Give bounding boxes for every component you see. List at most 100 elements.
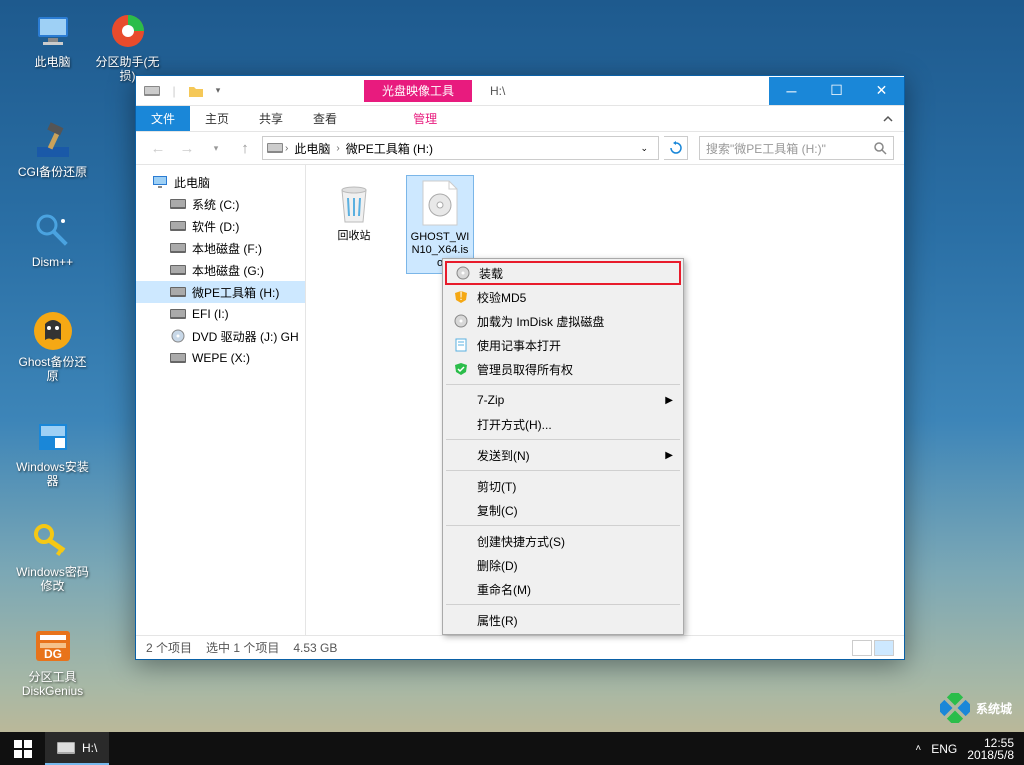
system-tray: ˄ ENG 12:55 2018/5/8 [905,737,1024,761]
drive-icon [144,83,160,99]
menu-item[interactable]: 删除(D) [445,553,681,577]
chevron-right-icon[interactable]: › [336,143,339,154]
status-bar: 2 个项目 选中 1 个项目 4.53 GB [136,635,904,659]
box-installer-icon [32,415,74,457]
ribbon-collapse-icon[interactable] [872,106,904,131]
drive-icon [170,306,186,322]
tree-item[interactable]: EFI (I:) [136,303,305,325]
view-details-button[interactable] [852,640,872,656]
search-box[interactable]: 搜索"微PE工具箱 (H:)" [699,136,894,160]
qat-dropdown-icon[interactable]: ▾ [210,83,226,99]
maximize-button[interactable]: ☐ [814,77,859,105]
menu-item[interactable]: 属性(R) [445,608,681,632]
tab-file[interactable]: 文件 [136,106,190,131]
recent-dropdown[interactable]: ▾ [204,136,228,160]
minimize-button[interactable]: ─ [769,77,814,105]
drive-icon [170,284,186,300]
drive-icon [170,196,186,212]
forward-button[interactable]: → [175,136,199,160]
tree-item[interactable]: 系统 (C:) [136,193,305,215]
ghost-icon [32,310,74,352]
menu-item[interactable]: 7-Zip▶ [445,388,681,412]
tray-up-icon[interactable]: ˄ [915,743,921,754]
hammer-icon [32,120,74,162]
partition-icon [107,10,149,52]
tab-share[interactable]: 共享 [244,106,298,131]
desktop-icon-windows-password[interactable]: Windows密码修改 [15,520,90,593]
menu-icon [453,447,469,463]
desktop-icon-cgi-backup[interactable]: CGI备份还原 [15,120,90,179]
menu-item[interactable]: 装载 [445,261,681,285]
menu-item[interactable]: 复制(C) [445,498,681,522]
svg-text:!: ! [459,290,462,303]
tree-item[interactable]: 本地磁盘 (F:) [136,237,305,259]
tree-this-pc[interactable]: 此电脑 [136,171,305,193]
taskbar-item-explorer[interactable]: H:\ [45,732,109,765]
desktop-icon-windows-installer[interactable]: Windows安装器 [15,415,90,488]
drive-icon [170,262,186,278]
breadcrumb-root[interactable]: 此电脑 [290,140,334,157]
menu-item[interactable]: 加载为 ImDisk 虚拟磁盘 [445,309,681,333]
back-button[interactable]: ← [146,136,170,160]
menu-item[interactable]: 打开方式(H)... [445,412,681,436]
drive-icon [170,218,186,234]
tab-view[interactable]: 查看 [298,106,352,131]
context-tab-title: 光盘映像工具 [364,80,472,102]
folder-icon[interactable] [188,83,204,99]
breadcrumb[interactable]: › 此电脑 › 微PE工具箱 (H:) ⌄ [262,136,659,160]
separator-icon: | [166,83,182,99]
file-label: 回收站 [323,230,385,243]
clock[interactable]: 12:55 2018/5/8 [967,737,1014,761]
breadcrumb-path[interactable]: 微PE工具箱 (H:) [342,140,437,157]
menu-item[interactable]: 使用记事本打开 [445,333,681,357]
menu-icon [453,392,469,408]
file-recycle-bin[interactable]: 回收站 [320,175,388,246]
recycle-bin-icon [330,178,378,226]
tab-home[interactable]: 主页 [190,106,244,131]
menu-item[interactable]: 重命名(M) [445,577,681,601]
tree-item[interactable]: 本地磁盘 (G:) [136,259,305,281]
desktop-icon-this-pc[interactable]: 此电脑 [15,10,90,69]
taskbar: H:\ ˄ ENG 12:55 2018/5/8 [0,732,1024,765]
menu-icon: ! [453,289,469,305]
tree-item[interactable]: 软件 (D:) [136,215,305,237]
menu-icon [453,533,469,549]
search-icon[interactable] [873,141,887,155]
iso-file-icon [416,179,464,227]
start-button[interactable] [0,732,45,765]
menu-item[interactable]: 剪切(T) [445,474,681,498]
desktop-icon-diskgenius[interactable]: DG 分区工具DiskGenius [15,625,90,698]
breadcrumb-dropdown[interactable]: ⌄ [634,143,654,154]
tree-item[interactable]: WEPE (X:) [136,347,305,369]
gear-wand-icon [32,210,74,252]
chevron-right-icon[interactable]: › [285,143,288,154]
chevron-right-icon: ▶ [665,450,673,461]
titlebar: | ▾ 光盘映像工具 H:\ ─ ☐ ✕ [136,76,904,106]
close-button[interactable]: ✕ [859,77,904,105]
desktop-icon-partition-assistant[interactable]: 分区助手(无损) [90,10,165,83]
menu-icon [453,557,469,573]
desktop-icon-dism[interactable]: Dism++ [15,210,90,269]
drive-icon [170,328,186,344]
menu-item[interactable]: 管理员取得所有权 [445,357,681,381]
desktop-icon-ghost-backup[interactable]: Ghost备份还原 [15,310,90,383]
tree-item[interactable]: DVD 驱动器 (J:) GH [136,325,305,347]
tree-item[interactable]: 微PE工具箱 (H:) [136,281,305,303]
view-icons-button[interactable] [874,640,894,656]
drive-icon [170,240,186,256]
refresh-button[interactable] [664,136,688,160]
brand-watermark: 系统城 [940,693,1012,723]
menu-item[interactable]: !校验MD5 [445,285,681,309]
drive-icon [57,741,75,755]
tab-manage[interactable]: 管理 [398,106,452,131]
window-title: H:\ [490,84,505,98]
ime-indicator[interactable]: ENG [931,742,957,756]
navigation-pane: 此电脑 系统 (C:)软件 (D:)本地磁盘 (F:)本地磁盘 (G:)微PE工… [136,165,306,635]
menu-item[interactable]: 创建快捷方式(S) [445,529,681,553]
menu-icon [453,478,469,494]
quick-access-toolbar: | ▾ [136,83,234,99]
menu-item[interactable]: 发送到(N)▶ [445,443,681,467]
up-button[interactable]: ↑ [233,136,257,160]
ribbon-tabs: 文件 主页 共享 查看 管理 [136,106,904,131]
menu-icon [453,313,469,329]
